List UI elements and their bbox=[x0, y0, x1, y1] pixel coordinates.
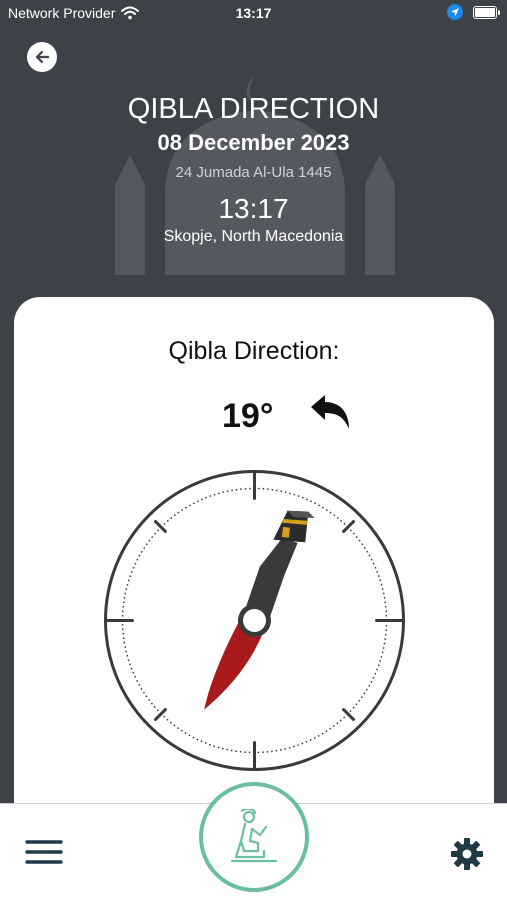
page-title: QIBLA DIRECTION bbox=[127, 93, 380, 125]
qibla-card: Qibla Direction: 19° bbox=[14, 297, 494, 817]
back-button[interactable] bbox=[27, 42, 57, 72]
battery-icon bbox=[473, 5, 500, 19]
prayer-button[interactable] bbox=[199, 782, 309, 892]
turn-left-arrow-icon bbox=[311, 395, 349, 429]
settings-button[interactable] bbox=[450, 837, 484, 871]
location-name: Skopje, North Macedonia bbox=[163, 228, 344, 245]
status-bar: Network Provider 13:17 bbox=[0, 0, 507, 30]
hamburger-menu-icon bbox=[25, 840, 63, 864]
arrow-left-icon bbox=[35, 50, 50, 64]
bottom-nav-bar bbox=[0, 782, 507, 901]
header: Network Provider 13:17 QIBLA DIRECTION 0… bbox=[0, 0, 507, 330]
gear-icon bbox=[451, 838, 483, 870]
status-time: 13:17 bbox=[235, 5, 272, 21]
praying-person-icon bbox=[230, 809, 278, 863]
qibla-degree-value: 19° bbox=[222, 397, 274, 435]
location-arrow-icon bbox=[447, 4, 463, 20]
hijri-date: 24 Jumada Al-Ula 1445 bbox=[175, 164, 332, 181]
qibla-compass bbox=[104, 470, 405, 771]
qibla-direction-label: Qibla Direction: bbox=[168, 337, 340, 365]
current-time: 13:17 bbox=[218, 193, 289, 224]
gregorian-date: 08 December 2023 bbox=[157, 130, 350, 155]
menu-button[interactable] bbox=[25, 837, 63, 867]
